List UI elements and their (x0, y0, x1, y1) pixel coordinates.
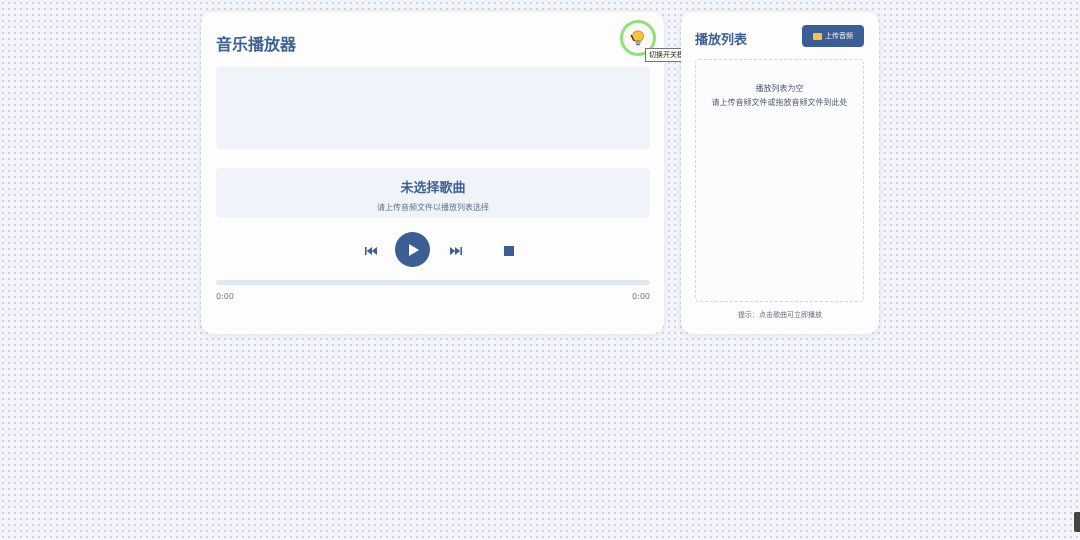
play-button[interactable] (395, 232, 430, 267)
previous-button[interactable] (364, 244, 378, 258)
player-title: 音乐播放器 (216, 35, 297, 54)
progress-bar[interactable] (216, 280, 650, 285)
stop-icon (504, 246, 514, 256)
track-title: 未选择歌曲 (400, 181, 466, 196)
empty-line-1: 播放列表为空 (755, 84, 804, 93)
scroll-handle[interactable] (1074, 512, 1080, 532)
playlist-drop-area[interactable]: 播放列表为空 请上传音频文件或拖放音频文件到此处 (695, 59, 864, 302)
folder-icon (813, 32, 822, 40)
skip-forward-icon (450, 247, 462, 255)
stop-button[interactable] (502, 244, 516, 258)
empty-line-2: 请上传音频文件或拖放音频文件到此处 (711, 98, 848, 107)
playlist-panel: 播放列表 上传音频 播放列表为空 请上传音频文件或拖放音频文件到此处 提示：点击… (681, 12, 879, 334)
playlist-empty-message: 播放列表为空 请上传音频文件或拖放音频文件到此处 (696, 82, 863, 110)
track-subtitle: 请上传音频文件以播放列表选择 (377, 203, 489, 212)
next-button[interactable] (449, 244, 463, 258)
track-info: 未选择歌曲 请上传音频文件以播放列表选择 (216, 168, 650, 218)
play-icon (408, 243, 419, 256)
playlist-hint: 提示：点击歌曲可立即播放 (738, 311, 822, 319)
total-time: 0:00 (632, 292, 650, 301)
upload-audio-button[interactable]: 上传音频 (802, 25, 864, 47)
lightbulb-icon (629, 29, 647, 47)
visualizer-area (216, 67, 650, 149)
upload-label: 上传音频 (825, 32, 853, 40)
playlist-title: 播放列表 (695, 33, 748, 48)
player-panel: 音乐播放器 切换开关模式 未选择歌曲 请上传音频文件以播放列表选择 0:00 0… (201, 12, 695, 334)
playback-controls (216, 232, 650, 270)
skip-back-icon (365, 247, 377, 255)
current-time: 0:00 (216, 292, 234, 301)
